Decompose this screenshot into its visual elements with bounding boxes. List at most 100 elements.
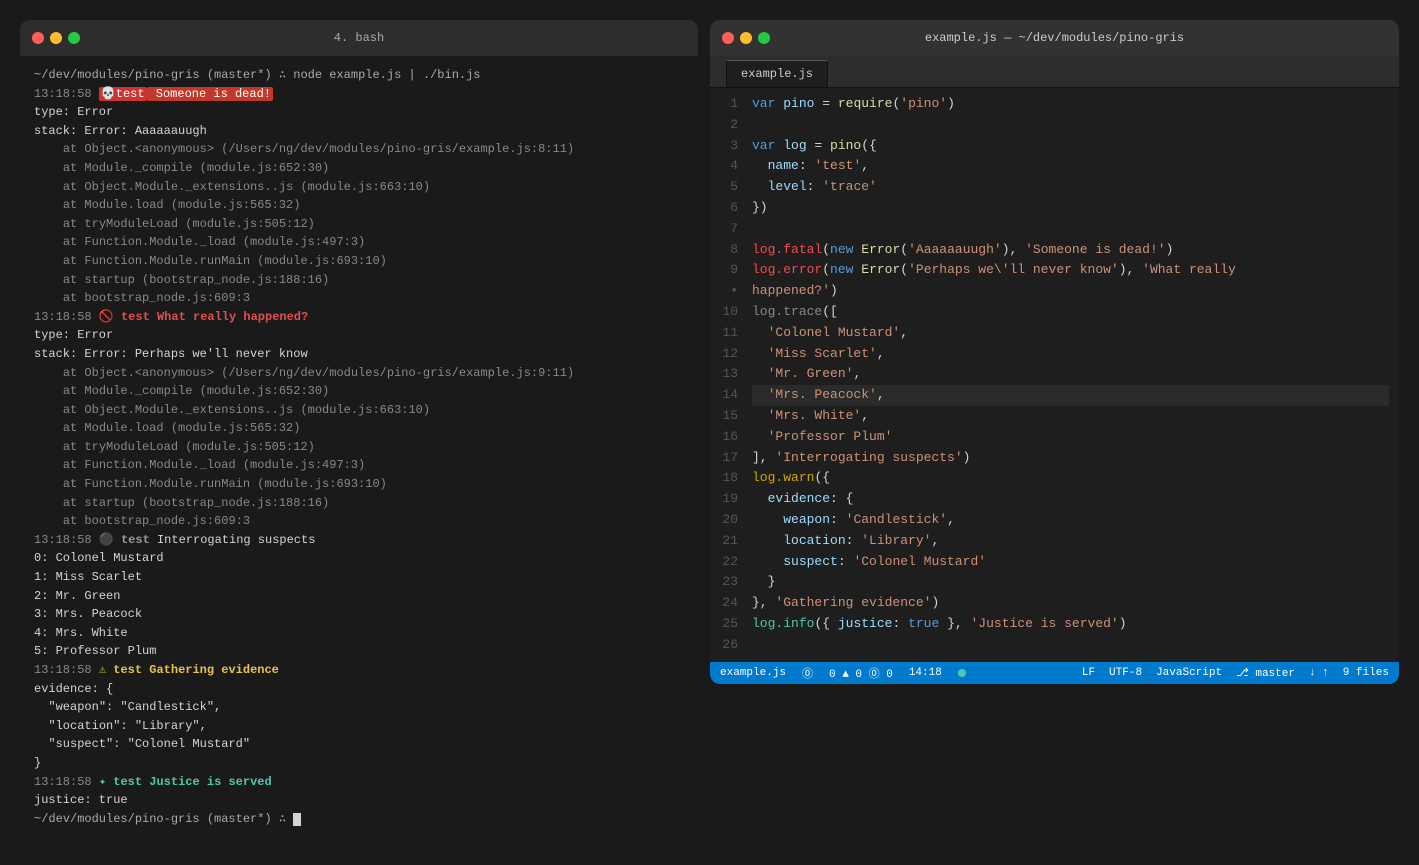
terminal-line: at bootstrap_node.js:609:3 <box>34 512 684 531</box>
terminal-line: at Object.<anonymous> (/Users/ng/dev/mod… <box>34 140 684 159</box>
terminal-line: stack: Error: Aaaaaauugh <box>34 122 684 141</box>
code-line: 'Miss Scarlet', <box>752 344 1389 365</box>
code-line: 'Mrs. Peacock', <box>752 385 1389 406</box>
terminal-line: "suspect": "Colonel Mustard" <box>34 735 684 754</box>
terminal-line: at Function.Module.runMain (module.js:69… <box>34 252 684 271</box>
editor-close-button[interactable] <box>722 32 734 44</box>
terminal-line: 13:18:58 💀test Someone is dead! <box>34 85 684 104</box>
terminal-line: ~/dev/modules/pino-gris (master*) ∴ <box>34 810 684 829</box>
line-number: 9 <box>710 260 738 281</box>
terminal-line: 13:18:58 ⚫ test Interrogating suspects <box>34 531 684 550</box>
terminal-line: type: Error <box>34 103 684 122</box>
terminal-line: 5: Professor Plum <box>34 642 684 661</box>
cursor <box>293 813 301 826</box>
terminal-line: 3: Mrs. Peacock <box>34 605 684 624</box>
status-arrows: ↓ ↑ <box>1309 667 1329 679</box>
line-number: 25 <box>710 614 738 635</box>
line-number: 6 <box>710 198 738 219</box>
line-number: 20 <box>710 510 738 531</box>
terminal-line: at Function.Module._load (module.js:497:… <box>34 456 684 475</box>
editor-window-title: example.js — ~/dev/modules/pino-gris <box>925 31 1184 45</box>
line-number: 14 <box>710 385 738 406</box>
code-line: ], 'Interrogating suspects') <box>752 448 1389 469</box>
terminal-line: at Function.Module.runMain (module.js:69… <box>34 475 684 494</box>
trace-badge: ⚫ test <box>99 533 150 547</box>
line-number: 1 <box>710 94 738 115</box>
line-numbers: 123456789•101112131415161718192021222324… <box>710 94 752 656</box>
code-line: log.info({ justice: true }, 'Justice is … <box>752 614 1389 635</box>
status-line-col: 14:18 <box>909 667 942 679</box>
code-line: weapon: 'Candlestick', <box>752 510 1389 531</box>
line-number: 22 <box>710 552 738 573</box>
editor-window: example.js — ~/dev/modules/pino-gris exa… <box>710 20 1399 684</box>
code-line: evidence: { <box>752 489 1389 510</box>
terminal-window: 4. bash ~/dev/modules/pino-gris (master*… <box>20 20 698 838</box>
line-number: 13 <box>710 364 738 385</box>
terminal-line: type: Error <box>34 326 684 345</box>
code-line: }) <box>752 198 1389 219</box>
terminal-line: 2: Mr. Green <box>34 587 684 606</box>
line-number: 21 <box>710 531 738 552</box>
code-line: 'Mrs. White', <box>752 406 1389 427</box>
line-number: 12 <box>710 344 738 365</box>
terminal-line: 1: Miss Scarlet <box>34 568 684 587</box>
minimize-button[interactable] <box>50 32 62 44</box>
code-line: log.error(new Error('Perhaps we\'ll neve… <box>752 260 1389 281</box>
line-number: 10 <box>710 302 738 323</box>
status-encoding: LF <box>1082 667 1095 679</box>
code-line: 'Colonel Mustard', <box>752 323 1389 344</box>
code-line: } <box>752 572 1389 593</box>
terminal-line: at tryModuleLoad (module.js:505:12) <box>34 215 684 234</box>
code-line: 'Mr. Green', <box>752 364 1389 385</box>
close-button[interactable] <box>32 32 44 44</box>
status-branch: ⎇ master <box>1236 666 1295 680</box>
terminal-line: justice: true <box>34 791 684 810</box>
status-errors-icon: ⓪ <box>802 665 813 681</box>
terminal-line: at startup (bootstrap_node.js:188:16) <box>34 494 684 513</box>
line-number: • <box>710 281 738 302</box>
code-line: level: 'trace' <box>752 177 1389 198</box>
line-number: 23 <box>710 572 738 593</box>
code-line: suspect: 'Colonel Mustard' <box>752 552 1389 573</box>
line-number: 7 <box>710 219 738 240</box>
status-files: 9 files <box>1343 667 1389 679</box>
terminal-line: at startup (bootstrap_node.js:188:16) <box>34 271 684 290</box>
status-errors: 0 ▲ 0 ⓪ 0 <box>829 665 893 681</box>
terminal-line: at Module.load (module.js:565:32) <box>34 419 684 438</box>
line-number: 24 <box>710 593 738 614</box>
code-line <box>752 115 1389 136</box>
code-line: log.trace([ <box>752 302 1389 323</box>
code-line: var log = pino({ <box>752 136 1389 157</box>
line-number: 8 <box>710 240 738 261</box>
code-line: name: 'test', <box>752 156 1389 177</box>
line-number: 16 <box>710 427 738 448</box>
line-number: 26 <box>710 635 738 656</box>
line-number: 5 <box>710 177 738 198</box>
editor-maximize-button[interactable] <box>758 32 770 44</box>
maximize-button[interactable] <box>68 32 80 44</box>
code-line: }, 'Gathering evidence') <box>752 593 1389 614</box>
terminal-line: "location": "Library", <box>34 717 684 736</box>
code-line: var pino = require('pino') <box>752 94 1389 115</box>
code-line: location: 'Library', <box>752 531 1389 552</box>
status-file: example.js <box>720 667 786 679</box>
status-lang: JavaScript <box>1156 667 1222 679</box>
line-number: 11 <box>710 323 738 344</box>
terminal-line: at Module._compile (module.js:652:30) <box>34 382 684 401</box>
editor-minimize-button[interactable] <box>740 32 752 44</box>
terminal-line: at Module._compile (module.js:652:30) <box>34 159 684 178</box>
line-number: 3 <box>710 136 738 157</box>
code-line: log.fatal(new Error('Aaaaaauugh'), 'Some… <box>752 240 1389 261</box>
editor-tab[interactable]: example.js <box>726 60 828 87</box>
terminal-titlebar: 4. bash <box>20 20 698 56</box>
editor-titlebar: example.js — ~/dev/modules/pino-gris <box>710 20 1399 56</box>
terminal-line: "weapon": "Candlestick", <box>34 698 684 717</box>
terminal-line: stack: Error: Perhaps we'll never know <box>34 345 684 364</box>
status-bar: example.js ⓪ 0 ▲ 0 ⓪ 0 14:18 LF UTF-8 Ja… <box>710 662 1399 684</box>
status-charset: UTF-8 <box>1109 667 1142 679</box>
code-line <box>752 635 1389 656</box>
line-number: 4 <box>710 156 738 177</box>
fatal-badge: 💀test <box>99 87 147 101</box>
info-badge: ✦ test <box>99 775 142 789</box>
status-dot <box>958 669 966 677</box>
